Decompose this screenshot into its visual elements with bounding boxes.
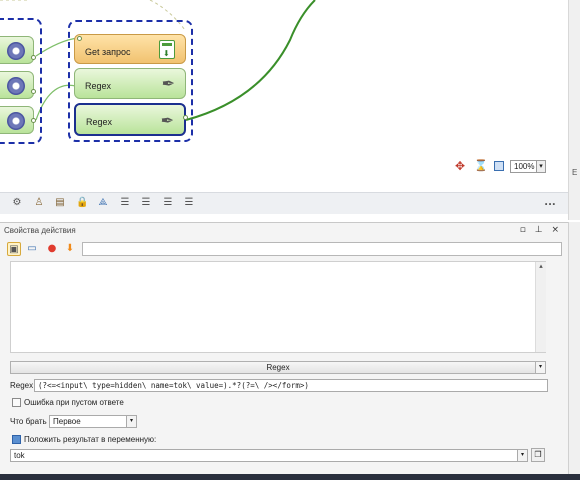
left-node-2[interactable]: [0, 71, 34, 99]
stop-icon[interactable]: ●: [45, 242, 59, 256]
pen-icon: ✒: [160, 111, 174, 130]
get-request-node[interactable]: Get запрос ⬇: [74, 34, 186, 64]
move-icon[interactable]: ✥: [455, 159, 465, 173]
regex-node-1[interactable]: Regex ✒: [74, 68, 186, 99]
project-canvas[interactable]: Get запрос ⬇ Regex ✒ Regex ✒ ✥ ⌛ 100% ▾ …: [0, 0, 568, 178]
variable-input[interactable]: tok ▾: [10, 449, 528, 462]
panel-view-icon[interactable]: ▣: [7, 242, 21, 256]
error-on-empty-label: Ошибка при пустом ответе: [24, 398, 124, 407]
list-icon[interactable]: ☰: [183, 197, 195, 209]
side-panel-label: E: [572, 168, 578, 177]
input-connector[interactable]: [77, 36, 82, 41]
save-to-var-checkbox[interactable]: [12, 435, 21, 444]
panel-window-controls[interactable]: ▫ ⊥ ×: [520, 225, 562, 235]
regex-label: Regex: [10, 381, 34, 390]
output-connector[interactable]: [31, 118, 36, 123]
node-label: Regex: [85, 81, 112, 91]
panel-toolbar-input[interactable]: [82, 242, 562, 256]
variable-value: tok: [14, 451, 25, 460]
hierarchy-icon[interactable]: ⟁: [97, 197, 109, 209]
regex-input[interactable]: (?<=<input\ type=hidden\ name=tok\ value…: [34, 379, 548, 392]
window-icon[interactable]: ▭: [25, 242, 39, 256]
gear-icon: [7, 42, 25, 60]
panel-title: Свойства действия: [4, 226, 76, 235]
image-icon[interactable]: ▤: [54, 197, 66, 209]
settings-icon[interactable]: ⚙: [11, 197, 23, 209]
left-node-1[interactable]: [0, 36, 34, 64]
more-button[interactable]: ...: [544, 197, 556, 209]
text-editor[interactable]: ▴: [10, 261, 546, 353]
what-to-take-label: Что брать: [10, 417, 47, 426]
list-icon[interactable]: ☰: [140, 197, 152, 209]
node-label: Get запрос: [85, 47, 131, 57]
output-connector[interactable]: [31, 89, 36, 94]
list-icon[interactable]: ☰: [119, 197, 131, 209]
arrow-down-icon[interactable]: ⬇: [63, 242, 77, 256]
chevron-down-icon[interactable]: ▾: [535, 362, 545, 373]
right-edge-strip: [568, 222, 580, 474]
error-on-empty-checkbox[interactable]: [12, 398, 21, 407]
download-icon: ⬇: [159, 40, 175, 59]
output-connector[interactable]: [31, 55, 36, 60]
action-properties-panel: Свойства действия ▫ ⊥ × ▣ ▭ ● ⬇ ▴ Regex …: [0, 222, 568, 474]
taskbar: [0, 474, 580, 480]
gear-icon: [7, 77, 25, 95]
pen-icon: ✒: [161, 74, 175, 93]
chevron-down-icon[interactable]: ▾: [126, 416, 136, 427]
vertical-scrollbar[interactable]: [568, 0, 580, 220]
what-to-take-select[interactable]: Первое ▾: [49, 415, 137, 428]
output-connector[interactable]: [183, 115, 188, 120]
left-node-3[interactable]: [0, 106, 34, 134]
hourglass-icon[interactable]: ⌛: [474, 159, 488, 172]
fit-view-icon[interactable]: [494, 161, 504, 171]
gear-icon: [7, 112, 25, 130]
save-to-var-label: Положить результат в переменную:: [24, 435, 157, 444]
regex-node-2-selected[interactable]: Regex ✒: [74, 103, 186, 136]
what-to-take-value: Первое: [53, 417, 81, 426]
user-icon[interactable]: ♙: [33, 197, 45, 209]
action-type-select[interactable]: Regex ▾: [10, 361, 546, 374]
chevron-down-icon[interactable]: ▾: [517, 450, 527, 461]
chevron-down-icon[interactable]: ▾: [536, 160, 546, 173]
list-icon[interactable]: ☰: [162, 197, 174, 209]
editor-scrollbar[interactable]: ▴: [535, 262, 546, 352]
node-label: Regex: [86, 117, 113, 127]
copy-icon[interactable]: ❐: [531, 448, 545, 462]
action-type-label: Regex: [266, 363, 290, 372]
canvas-toolbar: ⚙ ♙ ▤ 🔒 ⟁ ☰ ☰ ☰ ☰ ...: [0, 192, 568, 214]
lock-icon[interactable]: 🔒: [76, 197, 88, 209]
